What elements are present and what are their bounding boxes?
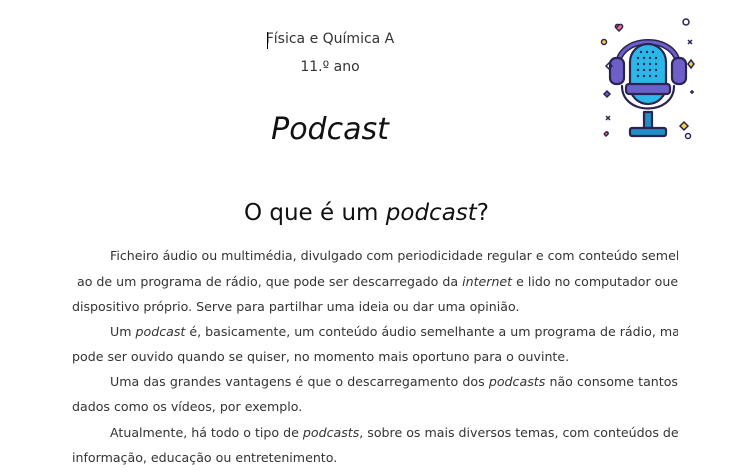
text-run: Uma das grandes vantagens é que o descar… <box>110 374 489 389</box>
text-run: não consome tantos <box>545 374 678 389</box>
emphasis-run: podcasts <box>302 425 360 440</box>
text-cursor <box>267 32 268 49</box>
text-run: Atualmente, há todo o tipo de <box>110 425 303 440</box>
paragraph-line: Um podcast é, basicamente, um conteúdo á… <box>72 324 678 340</box>
paragraph-line: Atualmente, há todo o tipo de podcasts, … <box>72 425 678 441</box>
paragraph-line: pode ser ouvido quando se quiser, no mom… <box>72 349 570 364</box>
heading-question-mark: ? <box>476 200 490 226</box>
text-run: ao de um programa de rádio, que pode ser… <box>77 274 463 289</box>
grade-header: 11.º ano <box>300 59 360 75</box>
text-run: Um <box>110 324 136 339</box>
text-run: é, basicamente, um conteúdo áudio semelh… <box>185 324 678 339</box>
emphasis-run: podcast <box>135 324 186 339</box>
text-run: , sobre os mais diversos temas, com cont… <box>359 425 678 440</box>
document-title: Podcast <box>271 112 389 147</box>
text-run: em <box>670 274 678 289</box>
emphasis-run: podcasts <box>488 374 546 389</box>
line-segment: ao de um programa de rádio, que pode ser… <box>77 274 670 290</box>
microphone-headphones-icon <box>600 18 695 140</box>
paragraph-line: dispositivo próprio. Serve para partilha… <box>72 299 520 314</box>
text-run: e lido no computador ou <box>512 274 671 289</box>
paragraph-line: ao de um programa de rádio, que pode ser… <box>72 274 678 290</box>
section-heading: O que é um podcast? <box>0 200 733 226</box>
subject-header: Física e Química A <box>265 31 395 47</box>
paragraph-line: Uma das grandes vantagens é que o descar… <box>72 374 678 390</box>
heading-emphasis: podcast <box>385 200 477 226</box>
heading-text: O que é um <box>243 200 386 226</box>
paragraph-line: dados como os vídeos, por exemplo. <box>72 399 303 414</box>
emphasis-run: internet <box>462 274 513 289</box>
paragraph-line: Ficheiro áudio ou multimédia, divulgado … <box>110 248 678 263</box>
document-page: Física e Química A 11.º ano Podcast O qu… <box>0 0 733 473</box>
paragraph-line: informação, educação ou entretenimento. <box>72 450 338 465</box>
